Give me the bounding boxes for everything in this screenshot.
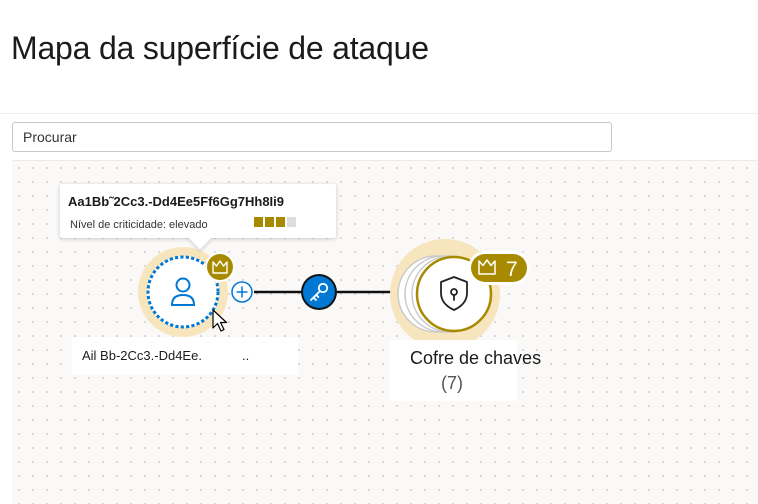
keyvault-count: (7) [441,373,463,393]
attack-graph: 7 [138,239,530,349]
keyvault-label: Cofre de chaves [410,348,542,368]
keyvault-badge-count: 7 [506,258,518,281]
user-node-label: Ail Bb-2Cc3.-Dd4Ee. [82,348,202,363]
criticality-bar [254,217,263,227]
criticality-bars [254,217,296,227]
node-tooltip: Aa1Bb˜2Cc3.-Dd4Ee5Ff6Gg7Hh8Ii9 Nível de … [60,184,336,238]
user-node-label-suffix: .. [242,348,250,363]
plus-icon[interactable] [231,281,253,303]
criticality-bar [276,217,285,227]
user-crown-badge [205,252,235,282]
mouse-cursor-icon [212,309,228,332]
criticality-bar [265,217,274,227]
criticality-bar [287,217,296,227]
user-node-label-card: Ail Bb-2Cc3.-Dd4Ee. .. [72,337,298,375]
keyvault-crown-badge [468,251,530,285]
tooltip-criticality-label: Nível de criticidade: elevado [70,219,208,231]
tooltip-title: Aa1Bb˜2Cc3.-Dd4Ee5Ff6Gg7Hh8Ii9 [68,194,285,209]
keyvault-label-card: Cofre de chaves (7) [390,340,541,401]
